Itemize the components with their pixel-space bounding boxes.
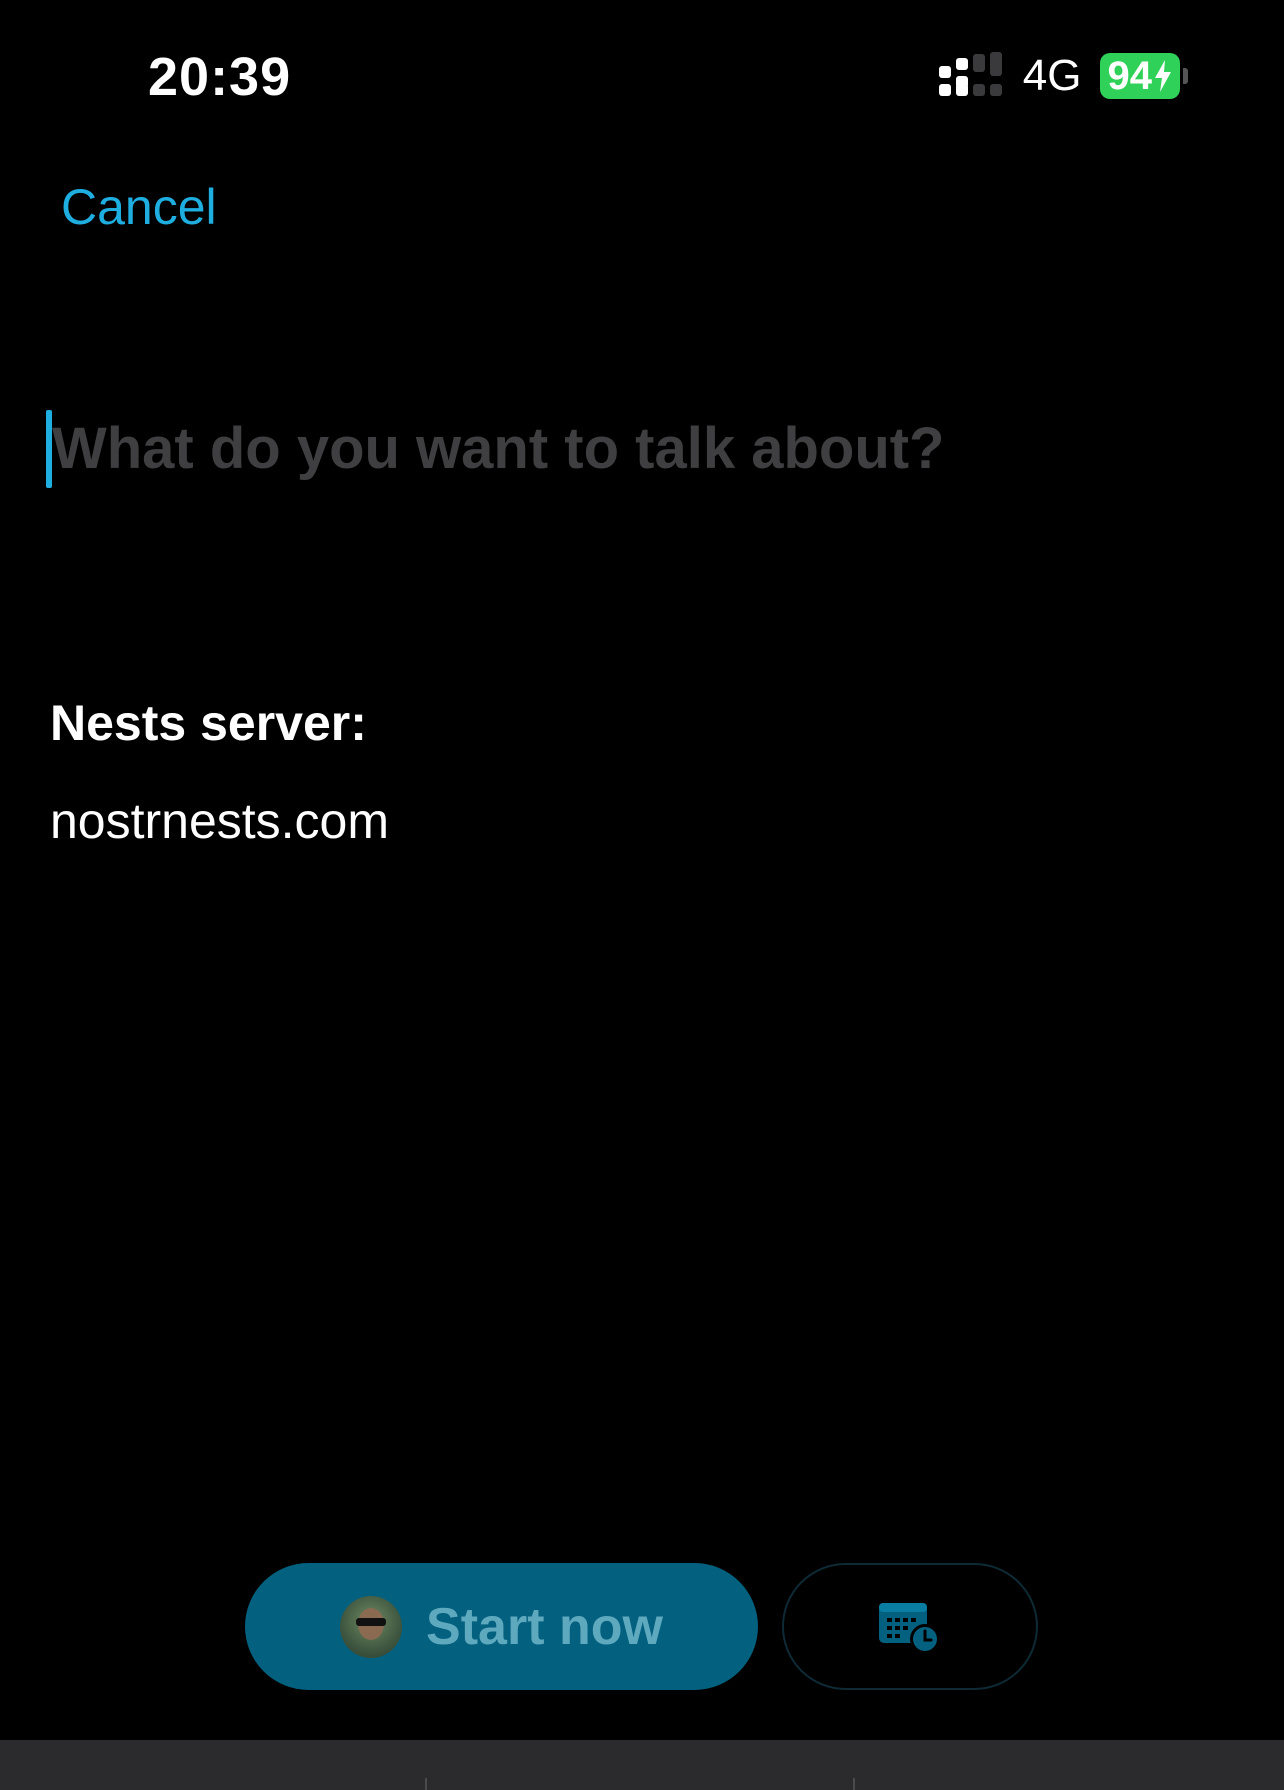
server-value[interactable]: nostrnests.com [50,792,389,850]
network-type: 4G [1022,51,1082,100]
cancel-button[interactable]: Cancel [61,178,217,236]
battery-tip [1183,68,1188,84]
avatar-glasses [356,1617,387,1626]
screen: 20:39 4G 94 Cancel What do you want to t… [0,0,1284,1790]
schedule-button[interactable] [782,1563,1038,1690]
battery-body: 94 [1099,53,1180,99]
battery-percent: 94 [1107,53,1153,98]
server-label: Nests server: [50,695,367,751]
signal-strength-icon [938,52,1002,96]
bottom-divider [853,1778,855,1790]
status-icons: 4G 94 [937,51,1188,100]
bottom-divider [425,1778,427,1790]
charging-bolt-icon [1155,60,1171,92]
start-now-button[interactable]: Start now [245,1563,758,1690]
topic-input[interactable] [52,408,1202,488]
avatar [340,1595,403,1658]
status-time: 20:39 [148,47,292,107]
calendar-clock-icon [879,1602,940,1654]
topic-input-container[interactable] [46,408,1236,488]
start-now-label: Start now [426,1597,663,1656]
bottom-bar [0,1740,1284,1790]
battery-indicator: 94 [1099,53,1188,99]
